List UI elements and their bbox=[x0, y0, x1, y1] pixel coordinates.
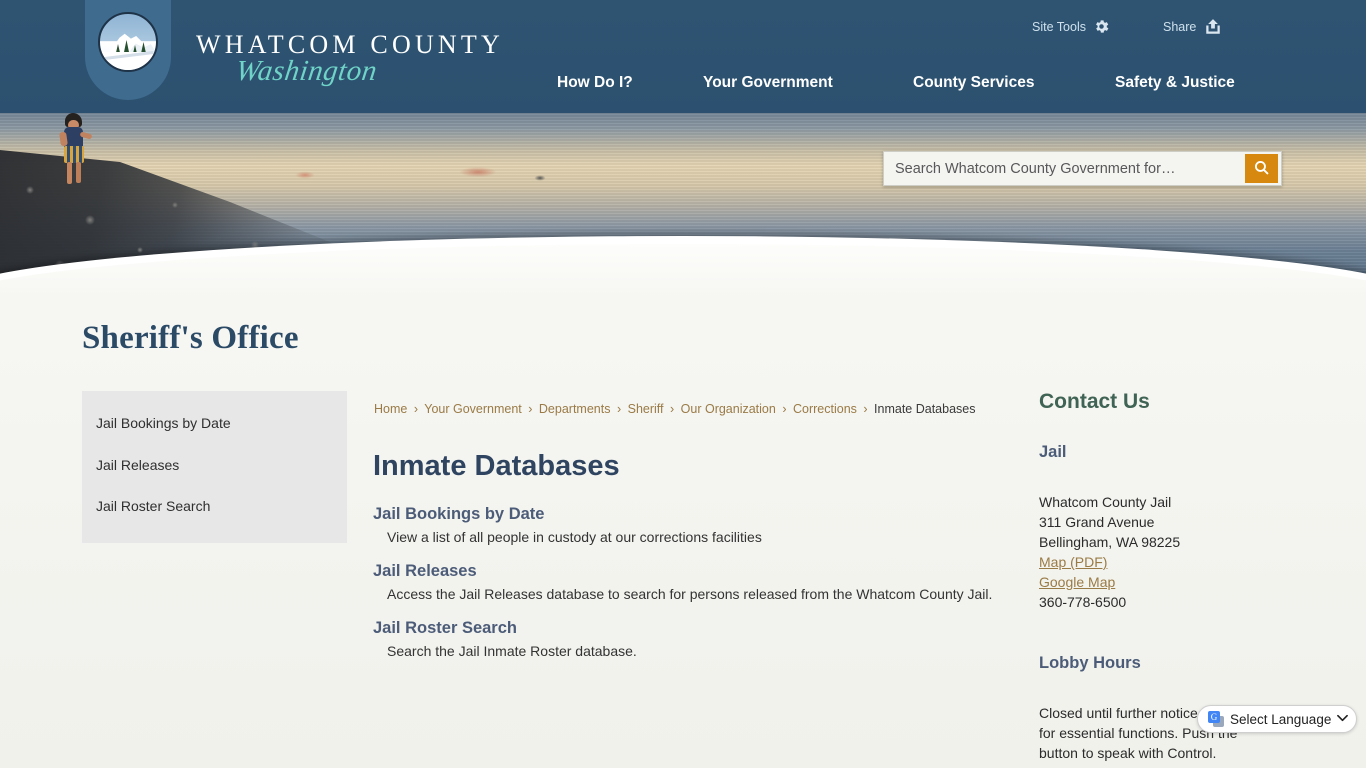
db-link-label[interactable]: Jail Releases bbox=[373, 562, 477, 580]
gear-icon bbox=[1093, 18, 1110, 35]
county-seal-icon[interactable] bbox=[98, 12, 158, 72]
db-description: View a list of all people in custody at … bbox=[373, 529, 1018, 545]
inmate-database-list: Jail Bookings by Date View a list of all… bbox=[373, 505, 1018, 676]
content-heading: Inmate Databases bbox=[373, 450, 620, 483]
breadcrumb-item-home[interactable]: Home bbox=[374, 402, 407, 416]
language-selector-label: Select Language bbox=[1230, 712, 1331, 727]
contact-street: 311 Grand Avenue bbox=[1039, 512, 1359, 532]
breadcrumb-item-departments[interactable]: Departments bbox=[539, 402, 611, 416]
contact-phone: 360-778-6500 bbox=[1039, 592, 1359, 612]
db-description: Search the Jail Inmate Roster database. bbox=[373, 643, 1018, 659]
search-icon bbox=[1253, 159, 1270, 179]
contact-city-state-zip: Bellingham, WA 98225 bbox=[1039, 532, 1359, 552]
breadcrumb-item-your-government[interactable]: Your Government bbox=[424, 402, 522, 416]
breadcrumb: Home › Your Government › Departments › S… bbox=[374, 402, 976, 416]
page-root: WHATCOM COUNTY Washington Site Tools Sha… bbox=[0, 0, 1366, 768]
breadcrumb-separator: › bbox=[779, 402, 789, 416]
google-map-link[interactable]: Google Map bbox=[1039, 574, 1115, 590]
site-tools-button[interactable]: Site Tools bbox=[1032, 18, 1110, 35]
chevron-down-icon bbox=[1337, 713, 1348, 725]
breadcrumb-separator: › bbox=[614, 402, 624, 416]
lobby-hours-heading: Lobby Hours bbox=[1039, 654, 1359, 673]
breadcrumb-item-our-organization[interactable]: Our Organization bbox=[681, 402, 776, 416]
breadcrumb-item-corrections[interactable]: Corrections bbox=[793, 402, 857, 416]
list-item: Jail Roster Search Search the Jail Inmat… bbox=[373, 619, 1018, 659]
breadcrumb-separator: › bbox=[860, 402, 870, 416]
list-item: Jail Bookings by Date View a list of all… bbox=[373, 505, 1018, 545]
site-tools-label: Site Tools bbox=[1032, 20, 1086, 34]
search-input[interactable] bbox=[884, 152, 1245, 185]
db-link-jail-roster-search[interactable]: Jail Roster Search bbox=[373, 619, 1018, 638]
contact-address-block: Whatcom County Jail 311 Grand Avenue Bel… bbox=[1039, 492, 1359, 612]
search-submit-button[interactable] bbox=[1245, 154, 1278, 183]
breadcrumb-item-sheriff[interactable]: Sheriff bbox=[628, 402, 664, 416]
nav-item-county-services[interactable]: County Services bbox=[913, 74, 1034, 92]
contact-heading: Contact Us bbox=[1039, 390, 1359, 414]
share-button[interactable]: Share bbox=[1163, 18, 1223, 36]
page-title: Sheriff's Office bbox=[82, 320, 299, 357]
db-link-label[interactable]: Jail Roster Search bbox=[373, 619, 517, 637]
hero-banner-child-figure bbox=[56, 113, 92, 185]
breadcrumb-separator: › bbox=[411, 402, 421, 416]
sidebar-item-jail-bookings-by-date[interactable]: Jail Bookings by Date bbox=[96, 415, 231, 431]
contact-org: Whatcom County Jail bbox=[1039, 492, 1359, 512]
section-sidebar-nav: Jail Bookings by Date Jail Releases Jail… bbox=[82, 391, 347, 543]
db-description: Access the Jail Releases database to sea… bbox=[373, 586, 1018, 602]
share-icon bbox=[1203, 18, 1223, 36]
db-link-label[interactable]: Jail Bookings by Date bbox=[373, 505, 544, 523]
google-translate-icon: G bbox=[1208, 711, 1224, 727]
breadcrumb-item-current: Inmate Databases bbox=[874, 402, 975, 416]
map-pdf-link[interactable]: Map (PDF) bbox=[1039, 554, 1107, 570]
site-search bbox=[883, 151, 1282, 186]
nav-item-safety-justice[interactable]: Safety & Justice bbox=[1115, 74, 1235, 92]
site-wordmark-secondary[interactable]: Washington bbox=[234, 55, 380, 88]
language-selector[interactable]: G Select Language bbox=[1197, 705, 1357, 733]
sidebar-item-jail-releases[interactable]: Jail Releases bbox=[96, 457, 179, 473]
list-item: Jail Releases Access the Jail Releases d… bbox=[373, 562, 1018, 602]
db-link-jail-releases[interactable]: Jail Releases bbox=[373, 562, 1018, 581]
breadcrumb-separator: › bbox=[667, 402, 677, 416]
nav-item-how-do-i[interactable]: How Do I? bbox=[557, 74, 633, 92]
share-label: Share bbox=[1163, 20, 1196, 34]
contact-subheading: Jail bbox=[1039, 443, 1359, 462]
sidebar-item-jail-roster-search[interactable]: Jail Roster Search bbox=[96, 498, 210, 514]
db-link-jail-bookings-by-date[interactable]: Jail Bookings by Date bbox=[373, 505, 1018, 524]
nav-item-your-government[interactable]: Your Government bbox=[703, 74, 833, 92]
breadcrumb-separator: › bbox=[525, 402, 535, 416]
lobby-hours-line-3: button to speak with Control. bbox=[1039, 743, 1359, 763]
